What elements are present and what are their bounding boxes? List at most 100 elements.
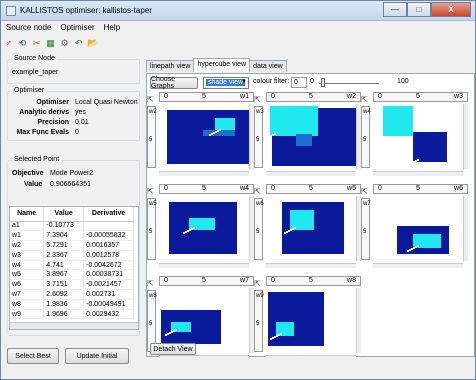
colour-filter-slider-thumb[interactable] (321, 78, 325, 87)
hypercube-plot-w5[interactable]: ⇱ 0 5 w5 w6 5 (254, 184, 361, 270)
cursor-icon[interactable]: ⇱ (147, 95, 154, 104)
colour-filter-slider[interactable] (319, 83, 379, 84)
sample-point (411, 162, 413, 164)
table-horizontal-scrollbar[interactable] (10, 322, 138, 329)
table-row[interactable]: w2 5.7291 0.0016357 (10, 240, 134, 251)
hypercube-panel: Choose Graphs shade view ▼ colour filter… (146, 73, 475, 360)
table-row[interactable]: w5 3.8967 0.00038731 (10, 269, 134, 281)
detach-view-button[interactable]: Detach View (150, 343, 196, 355)
menu-source-node[interactable]: Source node (1, 22, 55, 35)
update-initial-button[interactable]: Update Initial (65, 348, 129, 364)
x-axis-label: w3 (454, 93, 463, 100)
shade-plot[interactable] (266, 288, 356, 353)
hypercube-plot-w8[interactable]: ⇱ 0 5 w8 w9 5 (254, 276, 361, 362)
y-tick-label: 5 (149, 321, 153, 327)
maximize-button[interactable]: □ (407, 2, 431, 17)
x-axis-ruler: 0 5 w2 (266, 92, 361, 102)
x-axis-label: w2 (347, 93, 356, 100)
x-tick-label: 5 (202, 93, 206, 100)
tab-hypercube-view[interactable]: hypercube view (193, 58, 251, 72)
x-axis-ruler: 0 5 w4 (159, 184, 254, 194)
sample-point (272, 337, 274, 339)
left-panel: Source Node example_taper Optimiser Opti… (5, 52, 143, 374)
hypercube-plot-w2[interactable]: ⇱ 0 5 w2 w3 5 (254, 92, 361, 178)
cursor-icon[interactable]: ⇱ (254, 95, 261, 104)
table-row[interactable]: w1 7.3904 -0.00055832 (10, 230, 134, 242)
choose-graphs-button[interactable]: Choose Graphs (150, 76, 198, 90)
shade-region (290, 210, 314, 230)
grid-icon[interactable]: ▦ (45, 38, 56, 49)
sample-point (270, 338, 272, 340)
x-tick-label: 0 (378, 93, 382, 100)
shade-plot-svg (167, 110, 249, 164)
tools-icon[interactable]: ✂ (31, 38, 42, 49)
hypercube-plot-w3[interactable]: ⇱ 0 5 w3 w4 5 (361, 92, 468, 178)
tab-linepath-view[interactable]: linepath view (146, 60, 195, 72)
shade-plot[interactable] (266, 104, 356, 169)
table-row[interactable]: w6 3.7151 -0.0021457 (10, 279, 134, 291)
y-axis-label: w3 (256, 109, 264, 115)
undo-icon[interactable]: ↶ (73, 38, 84, 49)
shade-plot[interactable] (266, 196, 356, 261)
column-header-name[interactable]: Name (10, 207, 45, 222)
tab-data-view[interactable]: data view (249, 60, 287, 72)
cursor-icon[interactable]: ⇱ (147, 279, 154, 288)
open-folder-icon[interactable]: 📂 (87, 38, 98, 49)
sample-point (189, 229, 191, 231)
cursor-icon[interactable]: ⇱ (361, 95, 368, 104)
sample-point (413, 161, 415, 163)
table-row[interactable]: w4 4.741 -0.0042672 (10, 260, 134, 271)
minimize-button[interactable]: — (383, 2, 407, 17)
hypercube-plot-w4[interactable]: ⇱ 0 5 w4 w5 5 (147, 184, 254, 270)
cursor-icon[interactable]: ⇱ (147, 187, 154, 196)
cursor-icon[interactable]: ⇱ (254, 279, 261, 288)
plot-horizontal-scrollbar[interactable] (159, 263, 249, 268)
plot-horizontal-scrollbar[interactable] (266, 171, 356, 176)
y-tick-label: 5 (149, 229, 153, 235)
plot-horizontal-scrollbar[interactable] (159, 355, 249, 360)
table-row[interactable]: w8 1.9836 -0.00049491 (10, 299, 134, 310)
parameter-table[interactable]: Name Value Derivative a1 -0.10773 w1 7.3904… (9, 206, 139, 330)
shade-plot[interactable] (159, 196, 249, 261)
filter-min-field[interactable]: 0 (291, 77, 307, 88)
select-best-button[interactable]: Select Best (7, 348, 59, 364)
optimiser-label: Optimiser (36, 99, 69, 106)
table-row[interactable]: w7 2.6092 0.002731 (10, 289, 134, 300)
column-header-derivative[interactable]: Derivative (83, 207, 134, 222)
table-row[interactable]: w9 1.9696 0.0029432 (10, 309, 134, 320)
plot-horizontal-scrollbar[interactable] (373, 263, 463, 268)
cursor-icon[interactable]: ⇱ (254, 187, 261, 196)
hypercube-plot-w1[interactable]: ⇱ 0 5 w1 w2 5 (147, 92, 254, 178)
shade-plot[interactable] (373, 104, 463, 169)
hypercube-plot-w6[interactable]: ⇱ 0 5 w6 w7 5 (361, 184, 468, 270)
run-icon[interactable]: ♂ (3, 38, 14, 49)
y-axis-ruler: w9 5 (254, 290, 264, 352)
view-mode-select[interactable]: shade view ▼ (203, 77, 249, 89)
cursor-icon[interactable]: ⇱ (361, 187, 368, 196)
chevron-down-icon: ▼ (241, 79, 247, 85)
reset-icon[interactable]: ⟲ (17, 38, 28, 49)
cell-name: a1 (10, 221, 45, 232)
source-node-group: Source Node example_taper (7, 55, 140, 84)
plot-horizontal-scrollbar[interactable] (266, 355, 356, 360)
cell-value: 2.3367 (43, 250, 85, 261)
plot-vertical-scrollbar[interactable] (463, 196, 468, 261)
y-tick-label: 5 (363, 229, 367, 235)
table-row[interactable]: w3 2.3367 0.0012578 (10, 250, 134, 261)
cell-value: 3.7151 (43, 279, 85, 291)
plot-vertical-scrollbar[interactable] (356, 288, 361, 353)
plot-horizontal-scrollbar[interactable] (159, 171, 249, 176)
app-icon (6, 6, 16, 16)
shade-plot[interactable] (159, 104, 249, 169)
x-axis-ruler: 0 5 w8 (266, 276, 361, 286)
plot-horizontal-scrollbar[interactable] (373, 171, 463, 176)
menu-help[interactable]: Help (99, 22, 124, 35)
menu-optimiser[interactable]: Optimiser (55, 22, 98, 35)
plot-horizontal-scrollbar[interactable] (266, 263, 356, 268)
table-row[interactable]: a1 -0.10773 (10, 221, 134, 232)
plot-vertical-scrollbar[interactable] (463, 104, 468, 169)
shade-plot[interactable] (373, 196, 463, 261)
close-button[interactable]: X (431, 2, 471, 17)
settings-icon[interactable]: ⚙ (59, 38, 70, 49)
column-header-value[interactable]: Value (43, 207, 85, 222)
